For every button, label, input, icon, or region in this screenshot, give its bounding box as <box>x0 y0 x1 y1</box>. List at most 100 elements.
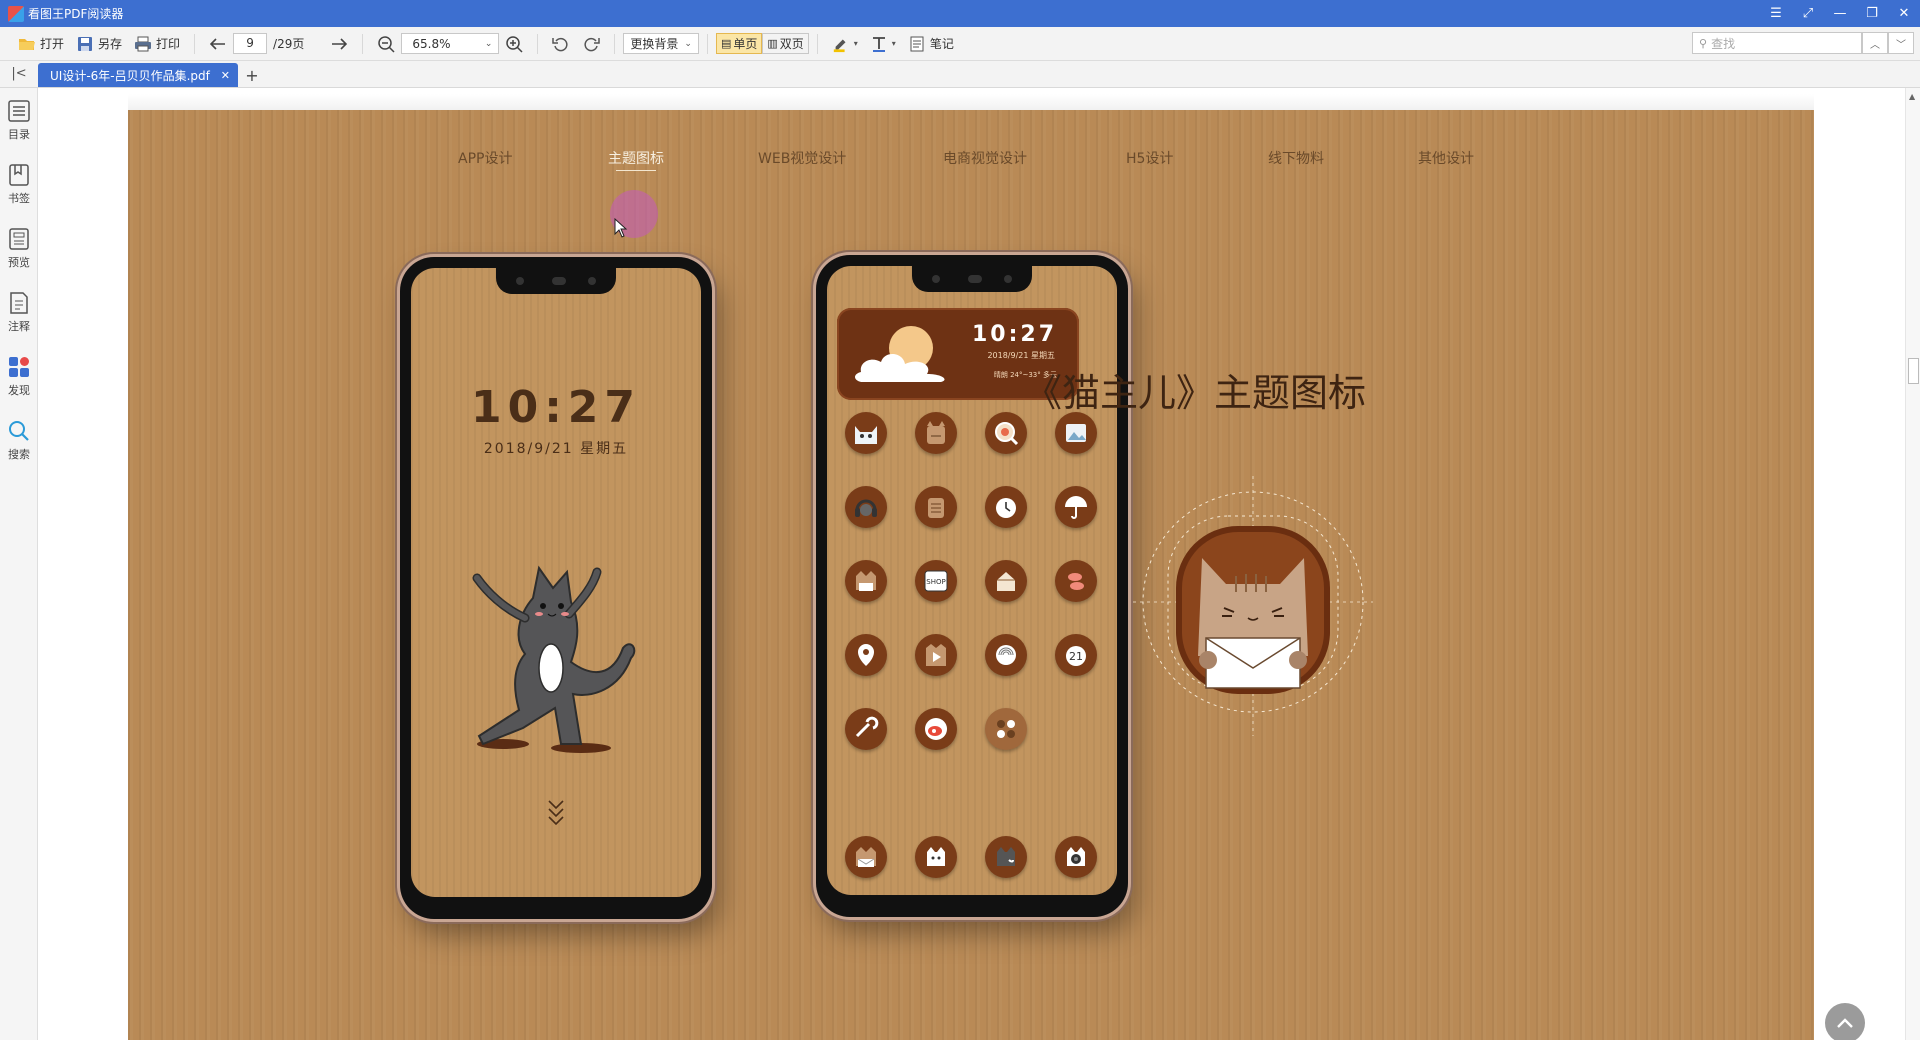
clock-app-icon <box>985 486 1027 528</box>
gallery-app-icon <box>1055 412 1097 454</box>
scroll-up-icon[interactable]: ▲ <box>1909 92 1915 101</box>
rotate-right-button[interactable] <box>576 31 606 57</box>
mouse-cursor-icon <box>614 217 628 242</box>
parcel-app-icon <box>985 560 1027 602</box>
location-app-icon <box>845 634 887 676</box>
vertical-scrollbar[interactable]: ▲ <box>1905 88 1920 1040</box>
search-placeholder: 查找 <box>1711 36 1736 51</box>
search-input[interactable]: ⚲ 查找 <box>1692 32 1862 54</box>
rotate-left-button[interactable] <box>546 31 576 57</box>
search-nav: ︿ ﹀ <box>1862 32 1914 54</box>
double-page-label: 双页 <box>779 37 804 51</box>
arrow-left-icon <box>209 35 227 53</box>
print-button[interactable]: 打印 <box>128 31 186 57</box>
swipe-down-chevron-icon <box>411 798 701 832</box>
title-bar: 看图王PDF阅读器 ☰ ⤢ — ❐ ✕ <box>0 0 1920 27</box>
folder-open-icon <box>18 35 36 53</box>
page-number-input[interactable]: 9 <box>233 33 268 54</box>
document-tab[interactable]: UI设计-6年-吕贝贝作品集.pdf ✕ <box>38 63 238 87</box>
sidebar-item-label: 注释 <box>8 320 30 333</box>
tab-bar: |< UI设计-6年-吕贝贝作品集.pdf ✕ + <box>0 61 1920 88</box>
zoom-select[interactable]: 65.8% ⌄ <box>401 33 500 54</box>
next-page-button[interactable] <box>324 31 354 57</box>
fullscreen-icon[interactable]: ⤢ <box>1792 0 1824 27</box>
sun-cloud-icon <box>855 326 945 382</box>
headphones-app-icon <box>845 486 887 528</box>
note-icon <box>908 35 926 53</box>
tab-label: UI设计-6年-吕贝贝作品集.pdf <box>50 68 210 83</box>
collapse-sidebar-button[interactable]: |< <box>0 60 38 87</box>
video-app-icon <box>915 634 957 676</box>
notes-app-icon <box>915 486 957 528</box>
text-button[interactable]: ▾ <box>864 31 902 57</box>
separator <box>816 33 818 54</box>
prev-page-button[interactable] <box>203 31 233 57</box>
mail-cat-feature-icon <box>1128 466 1378 750</box>
fish-app-icon <box>1055 560 1097 602</box>
search-icon: ⚲ <box>1699 36 1708 50</box>
sidebar-item-toc[interactable]: 目录 <box>0 88 38 152</box>
search-next-button[interactable]: ﹀ <box>1888 32 1914 54</box>
shop-app-icon: SHOP <box>915 560 957 602</box>
close-button[interactable]: ✕ <box>1888 0 1920 27</box>
phone-lockscreen: 10:27 2018/9/21 星期五 <box>400 257 712 919</box>
nav-item-offline: 线下物料 <box>1268 151 1324 167</box>
preview-icon <box>6 226 32 252</box>
separator <box>362 33 364 54</box>
new-tab-button[interactable]: + <box>238 63 266 87</box>
sidebar-item-label: 预览 <box>8 256 30 269</box>
double-page-button[interactable]: ▥ 双页 <box>762 33 809 54</box>
window-title: 看图王PDF阅读器 <box>28 7 124 21</box>
toolbar: 打开 另存 打印 9 /29页 65.8% ⌄ 更换背景 ⌄ ▤ 单页 ▥ 双页… <box>0 27 1920 61</box>
zoom-out-button[interactable] <box>371 31 401 57</box>
saveas-label: 另存 <box>98 37 123 51</box>
menu-icon[interactable]: ☰ <box>1760 0 1792 27</box>
lock-time: 10:27 <box>470 382 642 433</box>
sidebar-item-discover[interactable]: 发现 <box>0 344 38 408</box>
cat-app-icon <box>845 412 887 454</box>
nav-active-underline <box>616 170 656 171</box>
shop-text: SHOP <box>926 578 945 586</box>
sidebar-item-search[interactable]: 搜索 <box>0 408 38 472</box>
dancing-cat-illustration <box>463 558 649 762</box>
separator <box>614 33 616 54</box>
nav-item-theme-icons: 主题图标 <box>608 151 664 167</box>
open-button[interactable]: 打开 <box>12 31 70 57</box>
highlight-button[interactable]: ▾ <box>826 31 864 57</box>
magnifier-app-icon <box>985 412 1027 454</box>
highlighter-icon <box>832 35 850 53</box>
zoom-value: 65.8% <box>412 36 451 51</box>
close-tab-icon[interactable]: ✕ <box>221 69 230 82</box>
minimize-button[interactable]: — <box>1824 0 1856 27</box>
single-page-button[interactable]: ▤ 单页 <box>715 33 763 54</box>
cat-box-icon <box>915 412 957 454</box>
zoom-in-button[interactable] <box>499 31 529 57</box>
theme-headline: 《猫主儿》主题图标 <box>1024 371 1367 415</box>
calendar-day: 21 <box>1069 650 1083 663</box>
double-page-icon: ▥ <box>767 37 778 50</box>
text-icon <box>870 35 888 53</box>
scrollbar-thumb[interactable] <box>1908 358 1919 384</box>
rotate-left-icon <box>552 35 570 53</box>
camera-app-icon <box>1055 836 1097 878</box>
chevron-down-icon: ⌄ <box>684 38 692 49</box>
phone-app-icon <box>985 836 1027 878</box>
search-icon <box>6 418 32 444</box>
search-prev-button[interactable]: ︿ <box>1862 32 1888 54</box>
saveas-button[interactable]: 另存 <box>70 31 128 57</box>
scroll-to-top-button[interactable] <box>1825 1003 1865 1040</box>
arrow-right-icon <box>330 35 348 53</box>
restore-button[interactable]: ❐ <box>1856 0 1888 27</box>
mail-app-icon <box>845 836 887 878</box>
annotation-icon <box>6 290 32 316</box>
widget-time: 10:27 <box>971 322 1057 347</box>
sidebar-item-bookmark[interactable]: 书签 <box>0 152 38 216</box>
background-dropdown[interactable]: 更换背景 ⌄ <box>623 33 699 54</box>
document-viewer[interactable]: APP设计 主题图标 WEB视觉设计 电商视觉设计 H5设计 线下物料 其他设计… <box>38 88 1905 1040</box>
notes-button[interactable]: 笔记 <box>902 31 960 57</box>
nav-item-web: WEB视觉设计 <box>758 151 847 167</box>
sidebar-item-label: 搜索 <box>8 448 30 461</box>
sidebar-item-preview[interactable]: 预览 <box>0 216 38 280</box>
sidebar-item-annotation[interactable]: 注释 <box>0 280 38 344</box>
widget-date: 2018/9/21 星期五 <box>987 351 1055 360</box>
